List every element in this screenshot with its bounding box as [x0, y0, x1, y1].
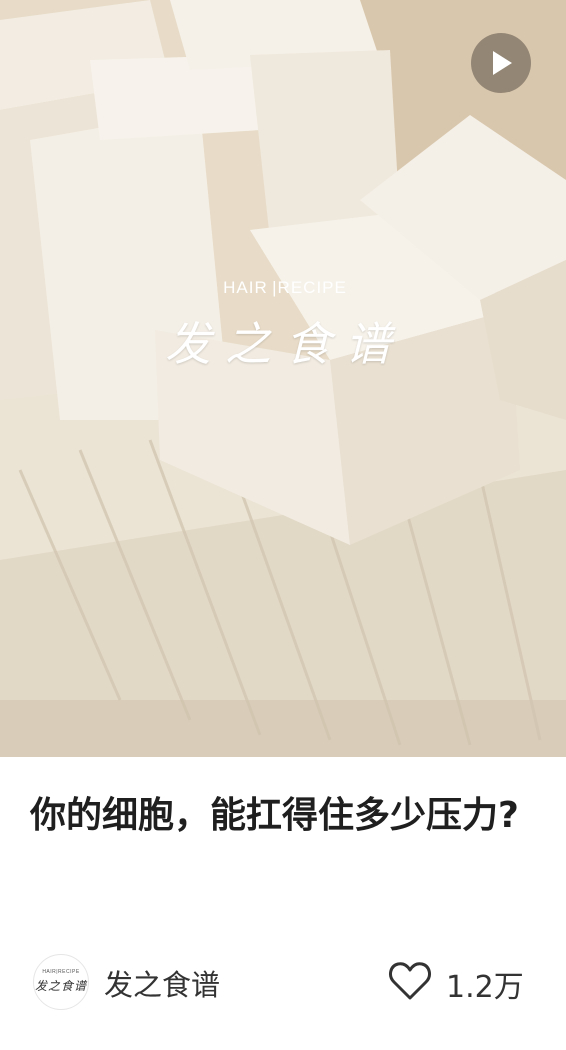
avatar-logo-cn: 发之食谱 [34, 979, 87, 993]
avatar[interactable]: HAIR|RECIPE 发之食谱 [33, 954, 89, 1010]
heart-outline-icon [389, 962, 431, 1000]
author-name[interactable]: 发之食谱 [104, 962, 220, 1004]
play-icon [493, 51, 512, 75]
brand-logo-cn: 发之食谱 [165, 317, 405, 371]
tofu-photo [0, 0, 566, 757]
post-card[interactable]: HAIR |RECIPE 发之食谱 你的细胞，能扛得住多少压力? HAIR|RE… [0, 0, 566, 1050]
brand-watermark: HAIR |RECIPE 发之食谱 [150, 278, 420, 374]
cover-image[interactable]: HAIR |RECIPE 发之食谱 [0, 0, 566, 757]
like-count: 1.2万 [446, 970, 524, 1005]
post-footer: HAIR|RECIPE 发之食谱 发之食谱 1.2万 [0, 948, 566, 1016]
play-button[interactable] [471, 33, 531, 93]
avatar-logo-en: HAIR|RECIPE [42, 969, 80, 975]
brand-logo-en: HAIR |RECIPE [223, 278, 347, 297]
post-title[interactable]: 你的细胞，能扛得住多少压力? [30, 790, 536, 842]
